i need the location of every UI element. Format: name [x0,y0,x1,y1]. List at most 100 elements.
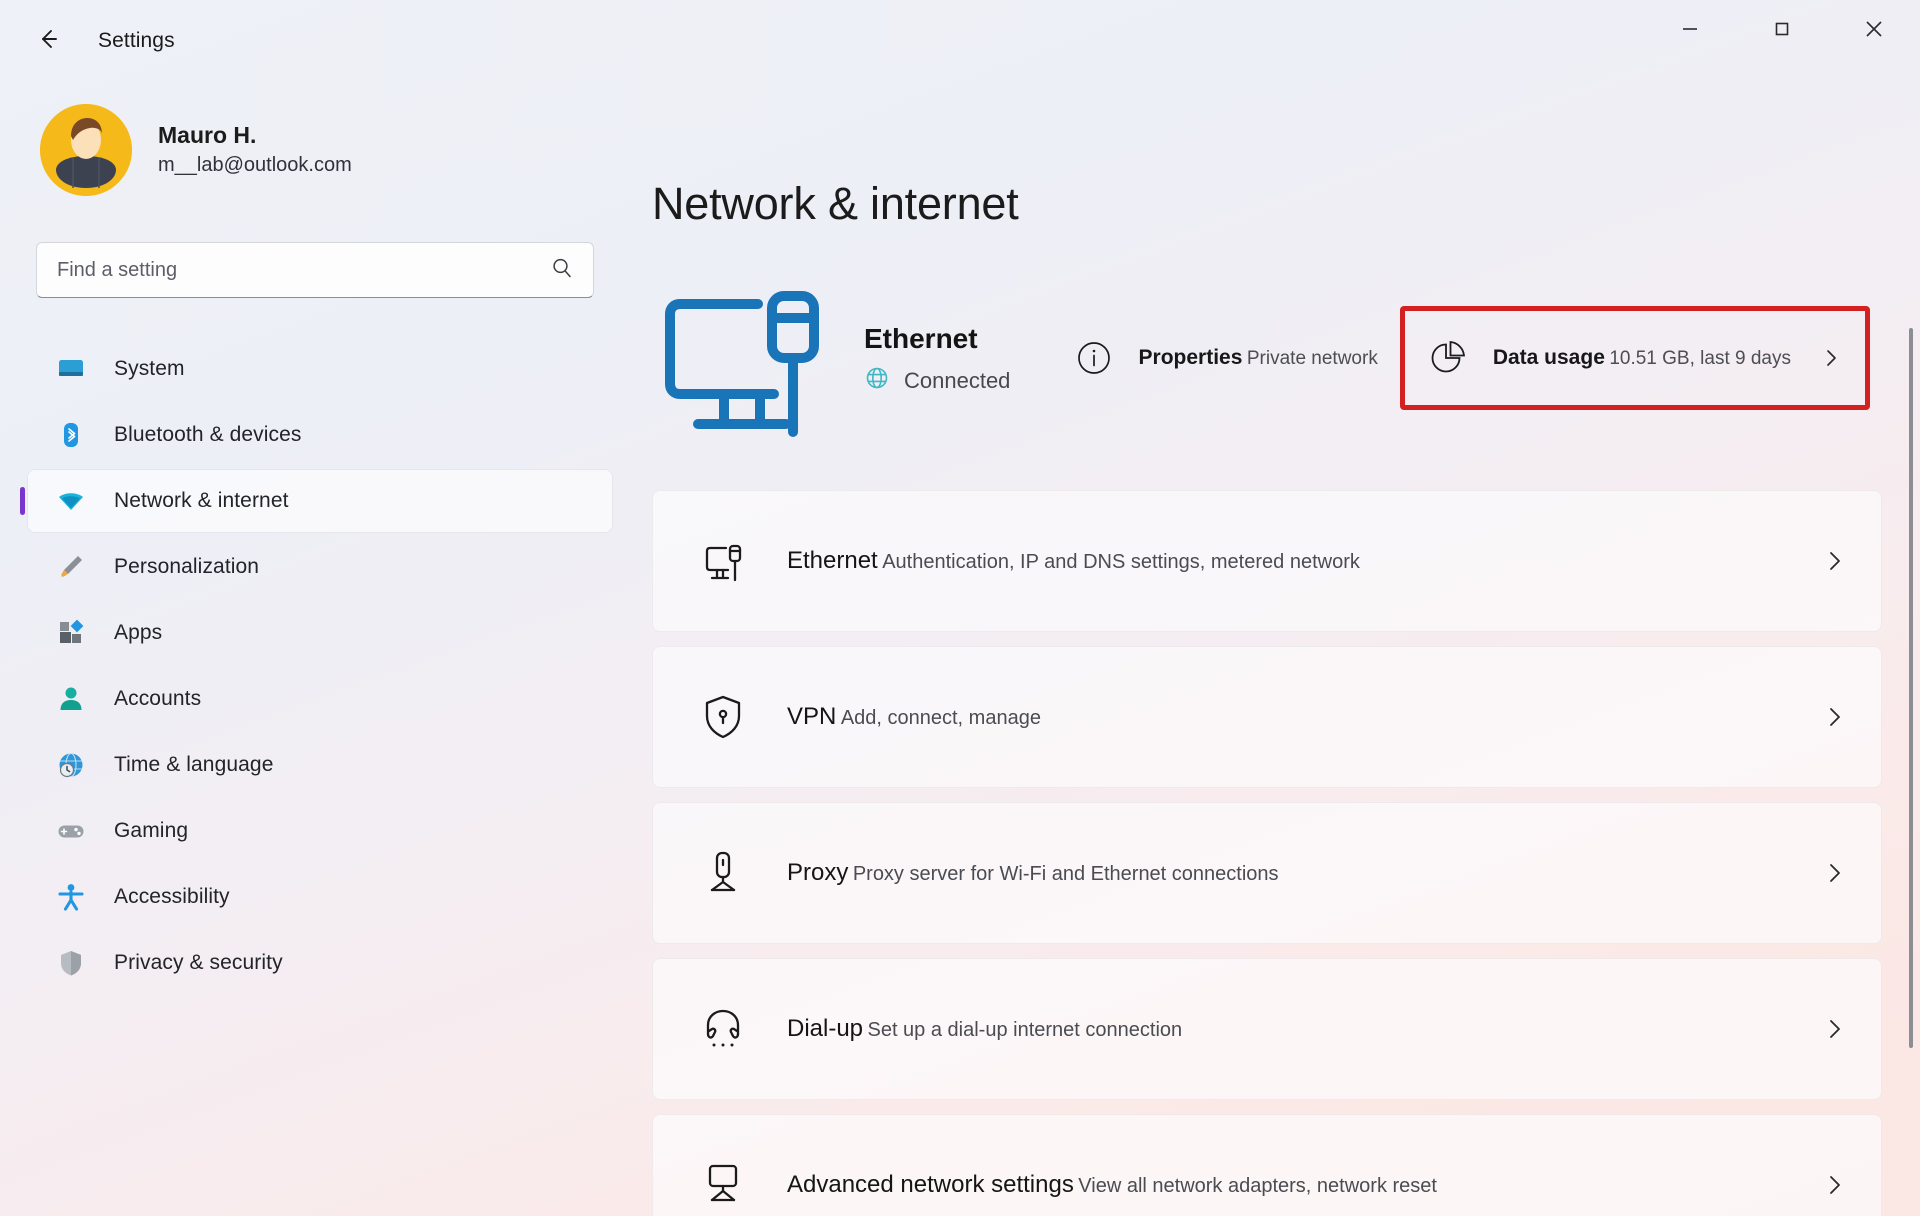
dialup-modem-icon [697,1003,749,1055]
back-button[interactable] [26,19,70,63]
settings-row-subtitle: Add, connect, manage [840,706,1041,729]
sidebar-item-apps[interactable]: Apps [28,602,612,664]
chevron-right-icon [1821,704,1847,730]
ethernet-monitor-icon [652,272,832,444]
sidebar-item-label: Gaming [114,819,189,842]
settings-row-ethernet[interactable]: Ethernet Authentication, IP and DNS sett… [652,490,1882,632]
globe-icon [864,365,890,396]
settings-row-title: Ethernet [787,546,878,574]
advanced-network-icon [697,1159,749,1211]
properties-tile-title: Properties [1138,345,1243,369]
settings-row-title: Advanced network settings [787,1170,1074,1198]
content-scrollbar[interactable] [1908,328,1914,1168]
scrollbar-thumb[interactable] [1909,328,1913,1048]
vpn-shield-icon [697,691,749,743]
properties-tile[interactable]: Properties Private network [1049,317,1400,399]
sidebar-nav: System Bluetooth & devices Network & int… [0,338,634,994]
bluetooth-icon [54,418,88,452]
profile-name: Mauro H. [158,121,257,148]
connection-status-header: Ethernet Connected Properties Private ne… [652,272,1882,444]
settings-row-vpn[interactable]: VPN Add, connect, manage [652,646,1882,788]
proxy-icon [697,847,749,899]
connection-state-text: Connected [904,367,1011,393]
maximize-icon [1770,17,1794,46]
person-icon [54,682,88,716]
chevron-right-icon [1821,1016,1847,1042]
sidebar-item-label: Privacy & security [114,951,283,974]
sidebar-item-label: Accounts [114,687,202,710]
wifi-icon [54,484,88,518]
profile-text: Mauro H. m__lab@outlook.com [158,121,352,180]
data-usage-tile[interactable]: Data usage 10.51 GB, last 9 days [1399,306,1870,410]
settings-row-subtitle: Authentication, IP and DNS settings, met… [882,550,1360,573]
main-layout: Mauro H. m__lab@outlook.com Find a setti… [0,82,1920,1216]
settings-row-title: VPN [787,702,837,730]
sidebar-item-gaming[interactable]: Gaming [28,800,612,862]
close-icon [1861,16,1887,47]
accessibility-icon [54,880,88,914]
sidebar-item-accessibility[interactable]: Accessibility [28,866,612,928]
sidebar: Mauro H. m__lab@outlook.com Find a setti… [0,82,634,1216]
app-title: Settings [98,29,175,52]
connection-action-tiles: Properties Private network Data usage 10… [1049,306,1870,410]
settings-rows: Ethernet Authentication, IP and DNS sett… [652,490,1882,1216]
monitor-icon [54,352,88,386]
connection-state-row: Connected [864,365,1010,396]
chevron-right-icon [1819,346,1843,370]
maximize-button[interactable] [1736,0,1828,62]
close-button[interactable] [1828,0,1920,62]
window-controls [1644,0,1920,82]
apps-icon [54,616,88,650]
paintbrush-icon [54,550,88,584]
data-usage-tile-subtitle: 10.51 GB, last 9 days [1609,347,1791,369]
pie-chart-icon [1425,335,1471,381]
settings-row-advanced-network-settings[interactable]: Advanced network settings View all netwo… [652,1114,1882,1216]
settings-row-proxy[interactable]: Proxy Proxy server for Wi-Fi and Etherne… [652,802,1882,944]
info-circle-icon [1071,335,1117,381]
sidebar-item-label: Personalization [114,555,260,578]
back-arrow-icon [35,26,61,57]
search-icon [549,255,575,286]
sidebar-item-personalization[interactable]: Personalization [28,536,612,598]
user-profile[interactable]: Mauro H. m__lab@outlook.com [0,104,634,196]
sidebar-item-label: Bluetooth & devices [114,423,302,446]
minimize-button[interactable] [1644,0,1736,62]
sidebar-item-time-language[interactable]: Time & language [28,734,612,796]
chevron-right-icon [1821,860,1847,886]
settings-row-text: Dial-up Set up a dial-up internet connec… [787,1013,1821,1045]
clock-globe-icon [54,748,88,782]
sidebar-item-system[interactable]: System [28,338,612,400]
chevron-right-icon [1821,548,1847,574]
settings-row-text: VPN Add, connect, manage [787,701,1821,733]
connection-identity: Ethernet Connected [864,320,1010,397]
gamepad-icon [54,814,88,848]
page-title: Network & internet [652,178,1019,229]
settings-row-title: Dial-up [787,1014,864,1042]
title-bar: Settings [0,0,1920,82]
profile-email: m__lab@outlook.com [158,154,352,177]
properties-tile-subtitle: Private network [1246,347,1378,369]
chevron-right-icon [1821,1172,1847,1198]
settings-row-subtitle: Set up a dial-up internet connection [867,1018,1183,1041]
sidebar-item-privacy-security[interactable]: Privacy & security [28,932,612,994]
settings-row-subtitle: View all network adapters, network reset [1078,1174,1437,1197]
settings-row-text: Proxy Proxy server for Wi-Fi and Etherne… [787,857,1821,889]
search-input[interactable] [57,258,549,282]
settings-row-text: Advanced network settings View all netwo… [787,1169,1821,1201]
sidebar-item-accounts[interactable]: Accounts [28,668,612,730]
settings-row-subtitle: Proxy server for Wi-Fi and Ethernet conn… [852,862,1279,885]
sidebar-item-label: System [114,357,185,380]
connection-name: Ethernet [864,322,978,354]
settings-row-text: Ethernet Authentication, IP and DNS sett… [787,545,1821,577]
content-area: Network & internet Ethernet Connected Pr… [634,82,1920,1216]
sidebar-item-label: Accessibility [114,885,230,908]
sidebar-item-label: Apps [114,621,163,644]
settings-row-dial-up[interactable]: Dial-up Set up a dial-up internet connec… [652,958,1882,1100]
sidebar-item-network-internet[interactable]: Network & internet [28,470,612,532]
search-box[interactable] [36,242,594,298]
sidebar-item-label: Network & internet [114,489,289,512]
settings-row-title: Proxy [787,858,849,886]
sidebar-item-bluetooth-devices[interactable]: Bluetooth & devices [28,404,612,466]
avatar [40,104,132,196]
ethernet-port-icon [697,535,749,587]
